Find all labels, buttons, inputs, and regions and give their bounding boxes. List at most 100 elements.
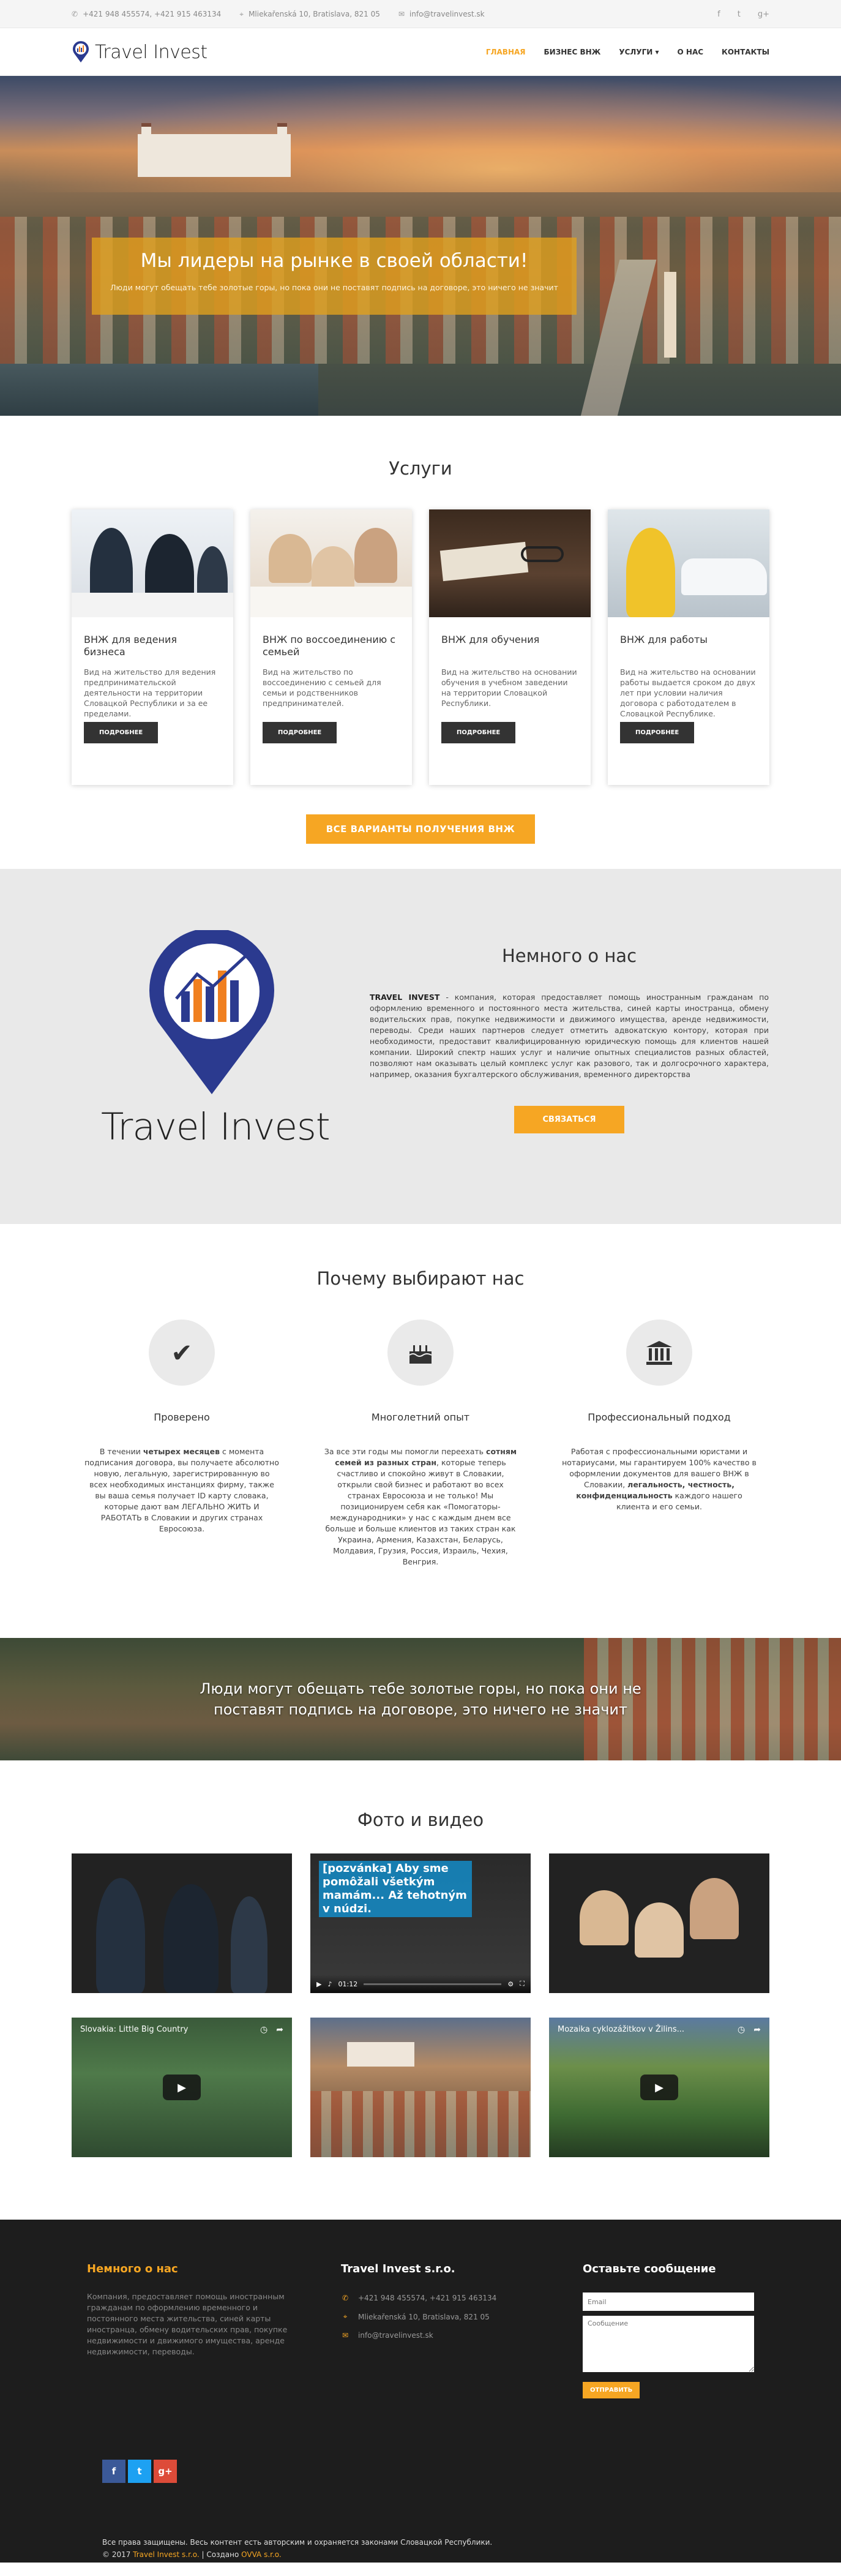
why-us-section: Почему выбирают нас ✔ Проверено В течени… (0, 1224, 841, 1638)
hero-sky (0, 76, 841, 192)
feature-text-bold: четырех месяцев (143, 1447, 220, 1456)
about-logo: Travel Invest (101, 928, 334, 1149)
feature-item: ✔ Проверено В течении четырех месяцев с … (72, 1320, 292, 1568)
footer-phone-text: +421 948 455574, +421 915 463134 (358, 2294, 497, 2302)
play-button[interactable]: ▶ (640, 2075, 678, 2100)
share-icon[interactable]: ➦ (276, 2025, 283, 2035)
hero-caption: Мы лидеры на рынке в своей области! Люди… (92, 238, 577, 315)
map-marker-icon: ⌖ (343, 2312, 348, 2321)
envelope-icon: ✉ (398, 10, 405, 18)
more-button[interactable]: Подробнее (441, 722, 516, 743)
top-address: ⌖ Mliekařenská 10, Bratislava, 821 05 (239, 10, 380, 19)
site-footer: Немного о нас Компания, предоставляет по… (0, 2220, 841, 2563)
video-player[interactable]: Slovakia: Little Big Country ◷ ➦ ▶ (72, 2018, 292, 2157)
volume-icon[interactable]: ♪ (327, 1980, 332, 1988)
top-phone-text: +421 948 455574, +421 915 463134 (83, 10, 222, 18)
clock-icon[interactable]: ◷ (738, 2025, 745, 2035)
nav-business[interactable]: Бизнес ВНЖ (544, 48, 601, 56)
hero-tower (664, 272, 676, 358)
copyright-company-link[interactable]: Travel Invest s.r.o. (133, 2550, 200, 2559)
logo-pin-icon (149, 928, 274, 1094)
card-title: ВНЖ для работы (620, 634, 708, 645)
twitter-icon[interactable]: t (128, 2460, 151, 2483)
more-button[interactable]: Подробнее (620, 722, 695, 743)
top-email[interactable]: ✉ info@travelinvest.sk (398, 10, 485, 18)
all-options-button[interactable]: Все варианты получения ВНЖ (306, 814, 535, 844)
about-section: Travel Invest Немного о нас TRAVEL INVES… (0, 869, 841, 1224)
nav-about[interactable]: О нас (678, 48, 704, 56)
service-card: ВНЖ по воссоединению с семьей Вид на жит… (250, 509, 412, 785)
twitter-icon[interactable]: t (738, 10, 741, 19)
footer-about: Немного о нас Компания, предоставляет по… (87, 2262, 295, 2398)
share-icon[interactable]: ➦ (753, 2025, 761, 2035)
about-company: TRAVEL INVEST (370, 993, 440, 1002)
phone-icon: ✆ (342, 2294, 349, 2302)
birthday-cake-icon (387, 1320, 454, 1386)
google-plus-icon[interactable]: g+ (758, 10, 769, 19)
envelope-icon: ✉ (342, 2331, 349, 2340)
footer-phone[interactable]: ✆ +421 948 455574, +421 915 463134 (341, 2294, 537, 2302)
card-title: ВНЖ для ведения бизнеса (84, 634, 177, 658)
features: ✔ Проверено В течении четырех месяцев с … (72, 1320, 769, 1568)
top-email-text: info@travelinvest.sk (409, 10, 485, 18)
play-button[interactable]: ▶ (163, 2075, 201, 2100)
gallery-section: Фото и видео [pozvánka] Aby sme pomôžali… (0, 1760, 841, 2220)
play-icon[interactable]: ▶ (316, 1980, 321, 1988)
author-link[interactable]: OVVA s.r.o. (241, 2550, 282, 2559)
more-button[interactable]: Подробнее (263, 722, 337, 743)
facebook-icon[interactable]: f (717, 10, 720, 19)
fullscreen-icon[interactable]: ⛶ (520, 1980, 525, 1988)
settings-icon[interactable]: ⚙ (507, 1980, 514, 1988)
video-progress[interactable] (364, 1983, 502, 1985)
send-button[interactable]: Отправить (583, 2382, 640, 2398)
feature-title: Проверено (154, 1411, 210, 1423)
hero-subtitle: Люди могут обещать тебе золотые горы, но… (110, 283, 558, 292)
feature-text-post: с момента подписания договора, вы получа… (84, 1447, 279, 1533)
feature-text-pre: За все эти годы мы помогли переехать (324, 1447, 487, 1456)
video-controls: ▶ ♪ 01:12 ⚙ ⛶ (310, 1975, 531, 1993)
top-bar: ✆ +421 948 455574, +421 915 463134 ⌖ Mli… (0, 0, 841, 28)
video-player[interactable]: [pozvánka] Aby sme pomôžali všetkým mamá… (310, 1853, 531, 1993)
gallery-photo-bratislava[interactable] (310, 2018, 531, 2157)
card-text: Вид на жительство по воссоединению с сем… (263, 667, 381, 708)
gallery-photo-business[interactable] (72, 1853, 292, 1993)
about-text: TRAVEL INVEST - компания, которая предос… (370, 992, 769, 1080)
worker-cars-image (608, 509, 769, 617)
service-cards: ВНЖ для ведения бизнеса Вид на жительств… (72, 509, 769, 785)
top-phone[interactable]: ✆ +421 948 455574, +421 915 463134 (72, 10, 221, 18)
footer-company-title: Travel Invest s.r.o. (341, 2262, 455, 2275)
feature-item: Многолетний опыт За все эти годы мы помо… (310, 1320, 531, 1568)
facebook-icon[interactable]: f (102, 2460, 125, 2483)
institution-icon (626, 1320, 692, 1386)
video-title: Mozaika cyklozážitkov v Žilins... (558, 2025, 685, 2034)
service-card: ВНЖ для ведения бизнеса Вид на жительств… (72, 509, 233, 785)
card-title: ВНЖ для обучения (441, 634, 540, 645)
feature-text: Работая с профессиональными юристами и н… (549, 1446, 769, 1512)
message-field[interactable] (583, 2316, 754, 2372)
about-body: - компания, которая предоставляет помощь… (370, 993, 769, 1079)
footer-form: Оставьте сообщение Отправить (583, 2262, 754, 2398)
footer-contacts: Travel Invest s.r.o. ✆ +421 948 455574, +… (341, 2262, 537, 2398)
google-plus-icon[interactable]: g+ (154, 2460, 177, 2483)
nav-home[interactable]: Главная (486, 48, 526, 56)
footer-bottom: Все права защищены. Весь контент есть ав… (102, 2536, 492, 2561)
hero-title: Мы лидеры на рынке в своей области! (140, 250, 528, 272)
clock-icon[interactable]: ◷ (260, 2025, 267, 2035)
footer-email[interactable]: ✉ info@travelinvest.sk (341, 2331, 537, 2340)
contact-us-button[interactable]: Связаться (514, 1106, 624, 1133)
copyright-prefix: © 2017 (102, 2550, 133, 2559)
services-section: Услуги ВНЖ для ведения бизнеса Вид на жи… (0, 416, 841, 869)
about-content: Немного о нас TRAVEL INVEST - компания, … (370, 945, 769, 1133)
about-title: Немного о нас (501, 945, 637, 966)
more-button[interactable]: Подробнее (84, 722, 159, 743)
nav-contacts[interactable]: Контакты (722, 48, 769, 56)
gallery-grid: [pozvánka] Aby sme pomôžali všetkým mamá… (72, 1853, 769, 2157)
logo[interactable]: Travel Invest (72, 41, 207, 63)
quote-line-1: Люди могут обещать тебе золотые горы, но… (200, 1680, 641, 1697)
hero-castle (138, 123, 291, 177)
nav-services[interactable]: Услуги ▾ (619, 48, 659, 56)
email-field[interactable] (583, 2292, 754, 2311)
gallery-photo-family[interactable] (549, 1853, 769, 1993)
video-player[interactable]: Mozaika cyklozážitkov v Žilins... ◷ ➦ ▶ (549, 2018, 769, 2157)
feature-title: Профессиональный подход (588, 1411, 731, 1423)
